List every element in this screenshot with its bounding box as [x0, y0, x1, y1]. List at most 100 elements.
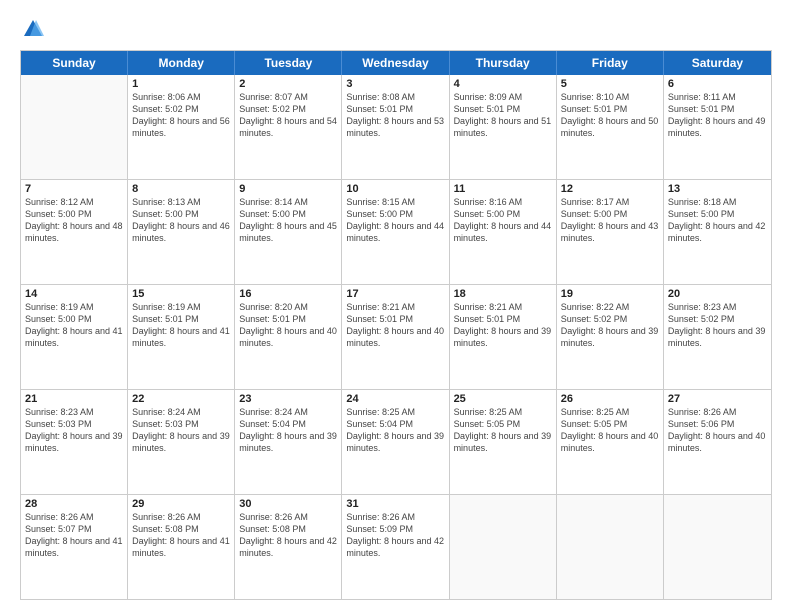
- day-number: 29: [132, 498, 230, 510]
- day-number: 20: [668, 288, 767, 300]
- calendar-cell: 2Sunrise: 8:07 AMSunset: 5:02 PMDaylight…: [235, 75, 342, 179]
- day-number: 4: [454, 78, 552, 90]
- calendar-cell: 19Sunrise: 8:22 AMSunset: 5:02 PMDayligh…: [557, 285, 664, 389]
- day-number: 26: [561, 393, 659, 405]
- header-day-wednesday: Wednesday: [342, 51, 449, 75]
- day-info: Sunrise: 8:19 AMSunset: 5:00 PMDaylight:…: [25, 301, 123, 350]
- calendar-row-1: 7Sunrise: 8:12 AMSunset: 5:00 PMDaylight…: [21, 179, 771, 284]
- calendar-cell: 9Sunrise: 8:14 AMSunset: 5:00 PMDaylight…: [235, 180, 342, 284]
- day-number: 7: [25, 183, 123, 195]
- calendar-row-3: 21Sunrise: 8:23 AMSunset: 5:03 PMDayligh…: [21, 389, 771, 494]
- day-info: Sunrise: 8:23 AMSunset: 5:02 PMDaylight:…: [668, 301, 767, 350]
- day-info: Sunrise: 8:26 AMSunset: 5:09 PMDaylight:…: [346, 511, 444, 560]
- day-info: Sunrise: 8:20 AMSunset: 5:01 PMDaylight:…: [239, 301, 337, 350]
- day-number: 27: [668, 393, 767, 405]
- calendar-cell: [450, 495, 557, 599]
- calendar-cell: [557, 495, 664, 599]
- day-info: Sunrise: 8:14 AMSunset: 5:00 PMDaylight:…: [239, 196, 337, 245]
- day-info: Sunrise: 8:26 AMSunset: 5:08 PMDaylight:…: [239, 511, 337, 560]
- calendar-cell: 8Sunrise: 8:13 AMSunset: 5:00 PMDaylight…: [128, 180, 235, 284]
- day-number: 30: [239, 498, 337, 510]
- header-day-friday: Friday: [557, 51, 664, 75]
- calendar: SundayMondayTuesdayWednesdayThursdayFrid…: [20, 50, 772, 600]
- day-info: Sunrise: 8:21 AMSunset: 5:01 PMDaylight:…: [454, 301, 552, 350]
- day-number: 16: [239, 288, 337, 300]
- day-number: 3: [346, 78, 444, 90]
- calendar-cell: 3Sunrise: 8:08 AMSunset: 5:01 PMDaylight…: [342, 75, 449, 179]
- calendar-cell: 20Sunrise: 8:23 AMSunset: 5:02 PMDayligh…: [664, 285, 771, 389]
- day-number: 28: [25, 498, 123, 510]
- calendar-cell: 6Sunrise: 8:11 AMSunset: 5:01 PMDaylight…: [664, 75, 771, 179]
- calendar-cell: 7Sunrise: 8:12 AMSunset: 5:00 PMDaylight…: [21, 180, 128, 284]
- day-number: 10: [346, 183, 444, 195]
- day-info: Sunrise: 8:16 AMSunset: 5:00 PMDaylight:…: [454, 196, 552, 245]
- day-info: Sunrise: 8:23 AMSunset: 5:03 PMDaylight:…: [25, 406, 123, 455]
- day-number: 18: [454, 288, 552, 300]
- logo-icon: [22, 18, 44, 40]
- day-number: 5: [561, 78, 659, 90]
- calendar-cell: 10Sunrise: 8:15 AMSunset: 5:00 PMDayligh…: [342, 180, 449, 284]
- calendar-cell: 18Sunrise: 8:21 AMSunset: 5:01 PMDayligh…: [450, 285, 557, 389]
- day-info: Sunrise: 8:24 AMSunset: 5:03 PMDaylight:…: [132, 406, 230, 455]
- day-info: Sunrise: 8:18 AMSunset: 5:00 PMDaylight:…: [668, 196, 767, 245]
- calendar-cell: 16Sunrise: 8:20 AMSunset: 5:01 PMDayligh…: [235, 285, 342, 389]
- calendar-body: 1Sunrise: 8:06 AMSunset: 5:02 PMDaylight…: [21, 75, 771, 599]
- day-number: 19: [561, 288, 659, 300]
- day-number: 15: [132, 288, 230, 300]
- day-number: 25: [454, 393, 552, 405]
- calendar-cell: 27Sunrise: 8:26 AMSunset: 5:06 PMDayligh…: [664, 390, 771, 494]
- day-info: Sunrise: 8:25 AMSunset: 5:05 PMDaylight:…: [561, 406, 659, 455]
- day-info: Sunrise: 8:12 AMSunset: 5:00 PMDaylight:…: [25, 196, 123, 245]
- header: [20, 18, 772, 40]
- calendar-cell: 22Sunrise: 8:24 AMSunset: 5:03 PMDayligh…: [128, 390, 235, 494]
- calendar-cell: 28Sunrise: 8:26 AMSunset: 5:07 PMDayligh…: [21, 495, 128, 599]
- calendar-row-2: 14Sunrise: 8:19 AMSunset: 5:00 PMDayligh…: [21, 284, 771, 389]
- calendar-cell: [21, 75, 128, 179]
- day-info: Sunrise: 8:17 AMSunset: 5:00 PMDaylight:…: [561, 196, 659, 245]
- day-number: 23: [239, 393, 337, 405]
- calendar-header: SundayMondayTuesdayWednesdayThursdayFrid…: [21, 51, 771, 75]
- day-number: 24: [346, 393, 444, 405]
- day-number: 21: [25, 393, 123, 405]
- logo: [20, 18, 44, 40]
- calendar-cell: 12Sunrise: 8:17 AMSunset: 5:00 PMDayligh…: [557, 180, 664, 284]
- calendar-cell: 17Sunrise: 8:21 AMSunset: 5:01 PMDayligh…: [342, 285, 449, 389]
- day-info: Sunrise: 8:07 AMSunset: 5:02 PMDaylight:…: [239, 91, 337, 140]
- day-number: 9: [239, 183, 337, 195]
- day-info: Sunrise: 8:26 AMSunset: 5:08 PMDaylight:…: [132, 511, 230, 560]
- header-day-thursday: Thursday: [450, 51, 557, 75]
- day-number: 13: [668, 183, 767, 195]
- day-info: Sunrise: 8:10 AMSunset: 5:01 PMDaylight:…: [561, 91, 659, 140]
- calendar-cell: 1Sunrise: 8:06 AMSunset: 5:02 PMDaylight…: [128, 75, 235, 179]
- calendar-cell: 31Sunrise: 8:26 AMSunset: 5:09 PMDayligh…: [342, 495, 449, 599]
- day-info: Sunrise: 8:09 AMSunset: 5:01 PMDaylight:…: [454, 91, 552, 140]
- day-info: Sunrise: 8:25 AMSunset: 5:04 PMDaylight:…: [346, 406, 444, 455]
- calendar-row-0: 1Sunrise: 8:06 AMSunset: 5:02 PMDaylight…: [21, 75, 771, 179]
- header-day-saturday: Saturday: [664, 51, 771, 75]
- calendar-cell: 13Sunrise: 8:18 AMSunset: 5:00 PMDayligh…: [664, 180, 771, 284]
- header-day-sunday: Sunday: [21, 51, 128, 75]
- calendar-cell: 23Sunrise: 8:24 AMSunset: 5:04 PMDayligh…: [235, 390, 342, 494]
- day-info: Sunrise: 8:08 AMSunset: 5:01 PMDaylight:…: [346, 91, 444, 140]
- calendar-cell: 30Sunrise: 8:26 AMSunset: 5:08 PMDayligh…: [235, 495, 342, 599]
- day-number: 17: [346, 288, 444, 300]
- calendar-cell: 14Sunrise: 8:19 AMSunset: 5:00 PMDayligh…: [21, 285, 128, 389]
- day-info: Sunrise: 8:13 AMSunset: 5:00 PMDaylight:…: [132, 196, 230, 245]
- calendar-cell: 24Sunrise: 8:25 AMSunset: 5:04 PMDayligh…: [342, 390, 449, 494]
- calendar-cell: 29Sunrise: 8:26 AMSunset: 5:08 PMDayligh…: [128, 495, 235, 599]
- day-info: Sunrise: 8:11 AMSunset: 5:01 PMDaylight:…: [668, 91, 767, 140]
- page: SundayMondayTuesdayWednesdayThursdayFrid…: [0, 0, 792, 612]
- day-number: 22: [132, 393, 230, 405]
- calendar-cell: 25Sunrise: 8:25 AMSunset: 5:05 PMDayligh…: [450, 390, 557, 494]
- day-info: Sunrise: 8:22 AMSunset: 5:02 PMDaylight:…: [561, 301, 659, 350]
- day-info: Sunrise: 8:06 AMSunset: 5:02 PMDaylight:…: [132, 91, 230, 140]
- day-number: 1: [132, 78, 230, 90]
- header-day-tuesday: Tuesday: [235, 51, 342, 75]
- day-number: 8: [132, 183, 230, 195]
- day-number: 14: [25, 288, 123, 300]
- day-info: Sunrise: 8:21 AMSunset: 5:01 PMDaylight:…: [346, 301, 444, 350]
- day-info: Sunrise: 8:24 AMSunset: 5:04 PMDaylight:…: [239, 406, 337, 455]
- day-number: 11: [454, 183, 552, 195]
- day-number: 6: [668, 78, 767, 90]
- day-number: 12: [561, 183, 659, 195]
